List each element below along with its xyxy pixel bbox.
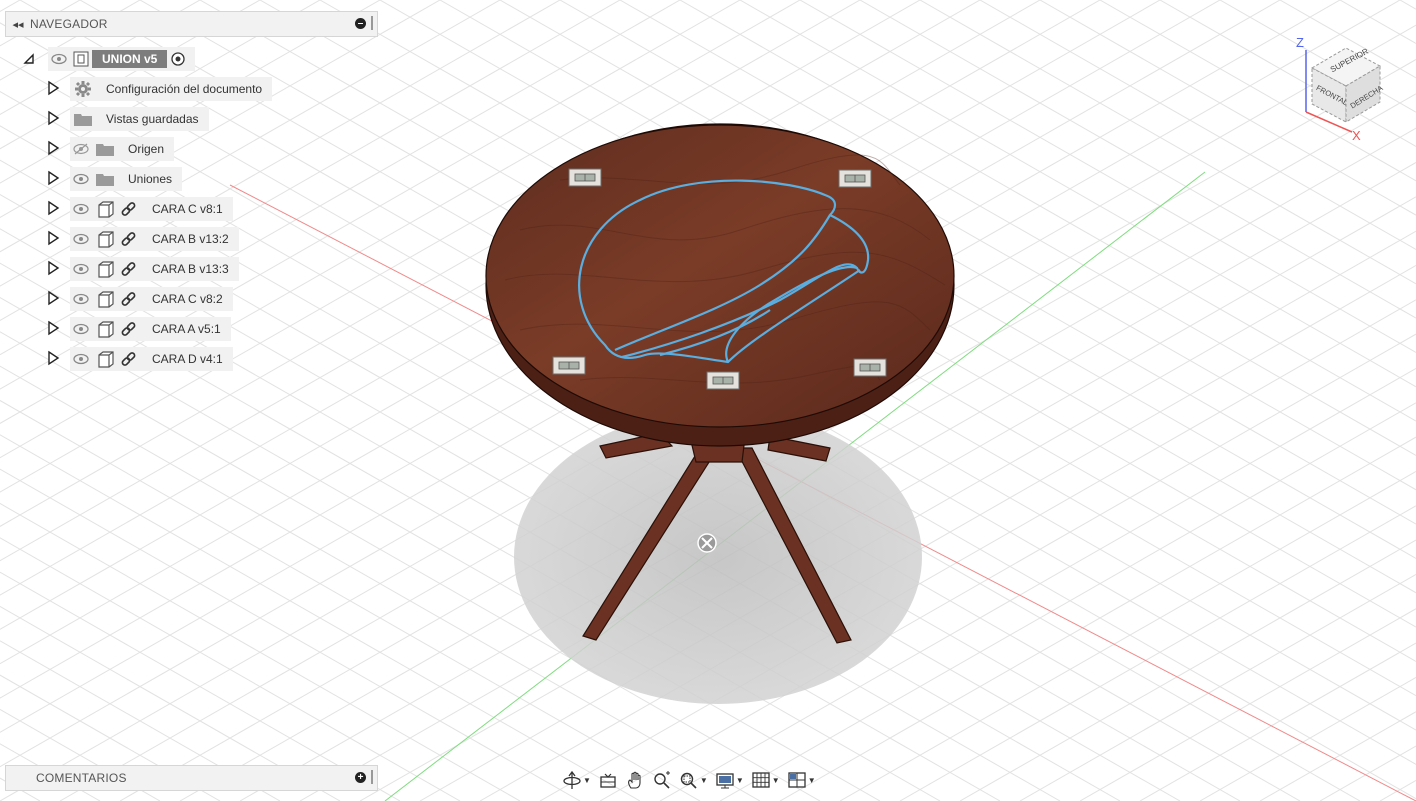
navigator-header: ◂◂ NAVEGADOR – <box>5 11 378 37</box>
comments-resize-handle[interactable] <box>371 770 373 784</box>
expand-triangle-icon[interactable] <box>46 346 60 373</box>
grid-settings-button[interactable]: ▼ <box>749 768 782 792</box>
activate-radio-icon[interactable] <box>167 47 189 71</box>
navigator-item-label: CARA A v5:1 <box>152 322 221 336</box>
linked-component-icon <box>92 287 142 311</box>
navigator-item-label: Configuración del documento <box>106 82 263 96</box>
orbit-button[interactable]: ▼ <box>560 768 593 792</box>
collapse-triangle-icon[interactable] <box>20 47 36 71</box>
eye-icon[interactable] <box>70 317 92 341</box>
navigator-item-label: CARA C v8:2 <box>152 292 223 306</box>
viewcube-x-label: X <box>1352 128 1361 140</box>
fit-icon <box>680 772 697 789</box>
comments-header: COMENTARIOS + <box>5 765 378 791</box>
pan-icon <box>627 771 641 789</box>
expand-triangle-icon[interactable] <box>46 316 60 343</box>
viewcube[interactable]: Z X SUPERIOR FRONTAL DERECHA <box>1290 30 1390 140</box>
linked-component-icon <box>92 197 142 221</box>
orbit-icon <box>563 770 581 789</box>
expand-triangle-icon[interactable] <box>46 226 60 253</box>
navigator-item-label: Vistas guardadas <box>106 112 199 126</box>
expand-triangle-icon[interactable] <box>46 256 60 283</box>
expand-triangle-icon[interactable] <box>46 106 60 133</box>
expand-triangle-icon[interactable] <box>46 166 60 193</box>
navigator-item-label: CARA B v13:2 <box>152 232 229 246</box>
pan-button[interactable] <box>623 768 647 792</box>
collapse-panel-icon[interactable]: ◂◂ <box>6 18 30 31</box>
navigator-item[interactable]: CARA B v13:2 <box>46 227 239 251</box>
joint-insert[interactable] <box>706 371 740 390</box>
navigator-item-label: Uniones <box>128 172 173 186</box>
navigator-item[interactable]: Vistas guardadas <box>46 107 209 131</box>
eye-icon[interactable] <box>70 257 92 281</box>
expand-triangle-icon[interactable] <box>46 286 60 313</box>
expand-triangle-icon[interactable] <box>46 196 60 223</box>
expand-triangle-icon[interactable] <box>46 76 60 103</box>
eye-icon[interactable] <box>70 287 92 311</box>
navigator-item[interactable]: CARA A v5:1 <box>46 317 231 341</box>
display-settings-button[interactable]: ▼ <box>713 768 746 792</box>
hidden-eye-icon[interactable] <box>70 137 92 161</box>
navigator-item[interactable]: CARA C v8:1 <box>46 197 233 221</box>
joint-insert[interactable] <box>853 358 887 377</box>
folder-icon <box>92 167 118 191</box>
look-at-icon <box>600 773 616 788</box>
navigator-item-label: CARA C v8:1 <box>152 202 223 216</box>
look-at-button[interactable] <box>596 768 620 792</box>
navigator-root-row[interactable]: UNION v5 <box>20 47 196 71</box>
navigator-item-label: CARA B v13:3 <box>152 262 229 276</box>
joint-insert[interactable] <box>838 169 872 188</box>
grid-icon <box>752 772 770 788</box>
viewports-icon <box>788 772 806 788</box>
linked-component-icon <box>92 317 142 341</box>
joint-insert[interactable] <box>568 168 602 187</box>
navigator-item-label: Origen <box>128 142 165 156</box>
viewports-button[interactable]: ▼ <box>785 768 818 792</box>
gear-icon <box>70 77 96 101</box>
root-component-label[interactable]: UNION v5 <box>92 50 168 68</box>
navigator-item[interactable]: Origen <box>46 136 175 163</box>
eye-icon[interactable] <box>70 167 92 191</box>
zoom-button[interactable] <box>650 768 674 792</box>
folder-icon <box>70 107 96 131</box>
linked-component-icon <box>92 257 142 281</box>
navigator-item-label: CARA D v4:1 <box>152 352 223 366</box>
navigation-toolbar: ▼ ▼ ▼ ▼ ▼ <box>560 766 818 794</box>
navigator-item[interactable]: CARA D v4:1 <box>46 347 233 371</box>
panel-resize-handle[interactable] <box>371 16 373 30</box>
eye-icon[interactable] <box>70 347 92 371</box>
eye-icon[interactable] <box>70 197 92 221</box>
origin-marker[interactable] <box>697 533 717 553</box>
fit-button[interactable]: ▼ <box>677 768 710 792</box>
folder-icon <box>92 137 118 161</box>
navigator-item[interactable]: CARA C v8:2 <box>46 287 233 311</box>
display-settings-icon <box>716 773 734 789</box>
viewcube-z-label: Z <box>1296 35 1304 50</box>
expand-triangle-icon[interactable] <box>46 136 60 163</box>
navigator-item[interactable]: Uniones <box>46 166 183 193</box>
eye-icon[interactable] <box>48 47 70 71</box>
eye-icon[interactable] <box>70 227 92 251</box>
comments-title: COMENTARIOS <box>36 771 127 785</box>
navigator-title: NAVEGADOR <box>30 17 108 31</box>
zoom-icon <box>654 771 670 789</box>
joint-insert[interactable] <box>552 356 586 375</box>
navigator-item[interactable]: CARA B v13:3 <box>46 257 239 281</box>
navigator-item[interactable]: Configuración del documento <box>46 76 273 103</box>
linked-component-icon <box>92 227 142 251</box>
linked-component-icon <box>92 347 142 371</box>
document-component-icon <box>70 47 92 71</box>
add-comment-button[interactable]: + <box>355 771 366 783</box>
minimize-navigator-button[interactable]: – <box>355 17 366 29</box>
3d-viewport[interactable] <box>0 0 1416 801</box>
